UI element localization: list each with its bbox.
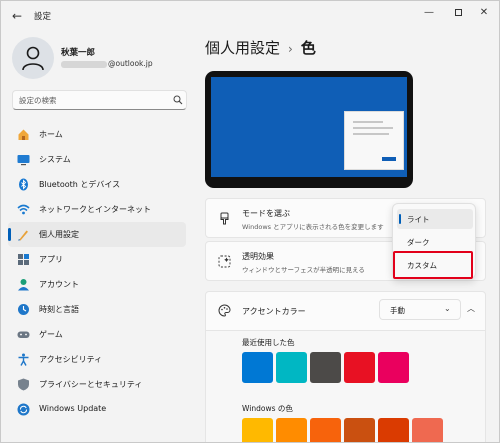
color-swatch[interactable] [344,352,375,383]
sidebar-item-accessibility[interactable]: アクセシビリティ [8,347,186,372]
sidebar-item-label: ゲーム [39,330,63,339]
minimize-button[interactable]: — [418,5,440,21]
sidebar-item-label: 時刻と言語 [39,305,79,314]
sidebar-nav: ホーム システム Bluetooth とデバイス ネットワークとインターネット [8,122,186,422]
accent-title: アクセントカラー [242,307,306,316]
apps-icon [18,254,29,265]
sidebar-item-label: アカウント [39,280,79,289]
sidebar-item-personalization[interactable]: 個人用設定 [8,222,186,247]
mode-option-light[interactable]: ライト [397,209,473,229]
palette-icon [218,304,231,317]
sidebar-item-label: 個人用設定 [39,230,79,239]
preview-accent-button [382,157,396,161]
accent-color-panel: 最近使用した色 Windows の色 [205,331,486,442]
color-swatch[interactable] [344,418,375,442]
network-icon [17,204,30,215]
color-swatch[interactable] [242,418,273,442]
sidebar-item-accounts[interactable]: アカウント [8,272,186,297]
mode-title: モードを選ぶ [242,209,290,218]
paint-brush-icon [220,212,229,225]
accent-mode-value: 手動 [390,306,405,315]
sidebar-item-apps[interactable]: アプリ [8,247,186,272]
back-arrow-icon[interactable]: ← [9,8,25,24]
color-swatch[interactable] [412,418,443,442]
color-swatch[interactable] [276,418,307,442]
sidebar-item-system[interactable]: システム [8,147,186,172]
sidebar-item-label: ホーム [39,130,63,139]
color-swatch[interactable] [378,418,409,442]
sidebar-item-label: Bluetooth とデバイス [39,180,121,189]
sidebar-item-label: システム [39,155,71,164]
avatar [12,37,54,79]
time-language-icon [18,304,29,315]
search-box[interactable] [12,90,187,110]
mode-option-label: ライト [407,215,430,224]
color-swatch[interactable] [378,352,409,383]
highlight-box [393,251,473,279]
color-swatch[interactable] [310,352,341,383]
sidebar-item-label: Windows Update [39,404,107,413]
transparency-subtitle: ウィンドウとサーフェスが半透明に見える [242,266,365,274]
color-swatch[interactable] [310,418,341,442]
breadcrumb-separator: › [288,42,293,56]
sidebar-item-privacy[interactable]: プライバシーとセキュリティ [8,372,186,397]
accent-mode-select[interactable]: 手動 ⌄ [379,299,461,320]
home-icon [18,129,29,140]
color-swatch[interactable] [242,352,273,383]
preview-desktop [211,77,407,177]
chevron-down-icon: ⌄ [444,304,451,313]
bluetooth-icon [19,178,28,191]
preview-window [344,111,404,170]
mode-subtitle: Windows とアプリに表示される色を変更します [242,223,384,231]
sidebar-item-label: アクセシビリティ [39,355,103,364]
user-email: @outlook.jp [61,59,153,68]
maximize-icon [454,9,462,16]
theme-preview [205,71,413,188]
sidebar-item-label: プライバシーとセキュリティ [39,380,143,389]
transparency-title: 透明効果 [242,252,274,261]
sidebar-item-home[interactable]: ホーム [8,122,186,147]
privacy-icon [18,378,29,391]
breadcrumb: 個人用設定 › 色 [205,37,316,58]
accessibility-icon [18,353,29,366]
recent-colors-label: 最近使用した色 [242,338,295,347]
account-icon [18,279,29,291]
mode-option-dark[interactable]: ダーク [397,232,473,252]
search-icon[interactable] [173,95,183,105]
settings-window: ← 設定 — ✕ 秋葉一郎 @outlook.jp ホーム [0,0,500,443]
email-redaction [61,60,107,68]
sidebar-item-label: アプリ [39,255,63,264]
person-icon [22,46,44,71]
maximize-button[interactable] [447,5,469,21]
title-bar: ← 設定 — ✕ [1,1,499,31]
personalization-icon [18,230,28,241]
sidebar-item-time-language[interactable]: 時刻と言語 [8,297,186,322]
breadcrumb-parent[interactable]: 個人用設定 [205,39,280,57]
accent-color-card[interactable]: アクセントカラー 手動 ⌄ ︿ [205,291,486,331]
transparency-icon [218,255,231,268]
mode-option-label: ダーク [407,238,430,247]
sidebar-item-network[interactable]: ネットワークとインターネット [8,197,186,222]
sidebar-item-bluetooth[interactable]: Bluetooth とデバイス [8,172,186,197]
gaming-icon [17,331,30,338]
page-title: 色 [300,39,316,57]
sidebar-item-gaming[interactable]: ゲーム [8,322,186,347]
sidebar-item-windows-update[interactable]: Windows Update [8,397,186,422]
windows-colors-label: Windows の色 [242,404,293,413]
app-title: 設定 [34,12,52,22]
chevron-up-icon[interactable]: ︿ [465,303,477,315]
windows-update-icon [17,403,30,416]
sidebar-item-label: ネットワークとインターネット [39,205,151,214]
color-swatch[interactable] [276,352,307,383]
user-email-suffix: @outlook.jp [108,59,153,68]
system-icon [17,155,30,166]
search-input[interactable] [19,94,169,107]
close-button[interactable]: ✕ [473,5,495,21]
user-name: 秋葉一郎 [61,48,96,58]
